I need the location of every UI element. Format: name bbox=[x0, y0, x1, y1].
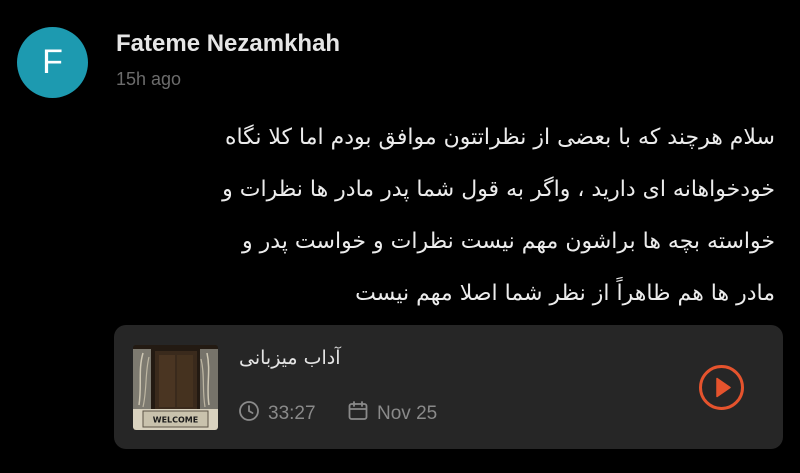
calendar-icon bbox=[347, 400, 369, 428]
author-avatar[interactable]: F bbox=[17, 27, 88, 98]
episode-date: Nov 25 bbox=[347, 400, 437, 428]
comment-line: مادر ها هم ظاهراً از نظر شما اصلا مهم نی… bbox=[355, 281, 775, 306]
clock-icon bbox=[238, 400, 260, 428]
play-circle-icon bbox=[699, 365, 744, 410]
episode-duration: 33:27 bbox=[238, 400, 316, 428]
episode-title[interactable]: آداب میزبانی bbox=[239, 347, 341, 369]
episode-card[interactable]: WELCOME آداب میزبانی 33:27 Nov 25 bbox=[114, 325, 783, 449]
date-value: Nov 25 bbox=[377, 403, 438, 424]
episode-thumbnail: WELCOME bbox=[133, 345, 218, 430]
comment-timestamp: 15h ago bbox=[116, 69, 182, 89]
duration-value: 33:27 bbox=[268, 403, 316, 424]
comment-text: سلام هرچند که با بعضی از نظراتتون موافق … bbox=[120, 112, 775, 320]
play-button[interactable] bbox=[698, 364, 745, 411]
author-name[interactable]: Fateme Nezamkhah bbox=[116, 30, 340, 58]
comment-line: سلام هرچند که با بعضی از نظراتتون موافق … bbox=[224, 125, 775, 150]
comment-line: خودخواهانه ای دارید ، واگر به قول شما پد… bbox=[222, 177, 775, 202]
avatar-initial: F bbox=[42, 43, 63, 81]
thumbnail-mat-text: WELCOME bbox=[153, 416, 198, 425]
comment-line: خواسته بچه ها براشون مهم نیست نظرات و خو… bbox=[242, 229, 775, 254]
